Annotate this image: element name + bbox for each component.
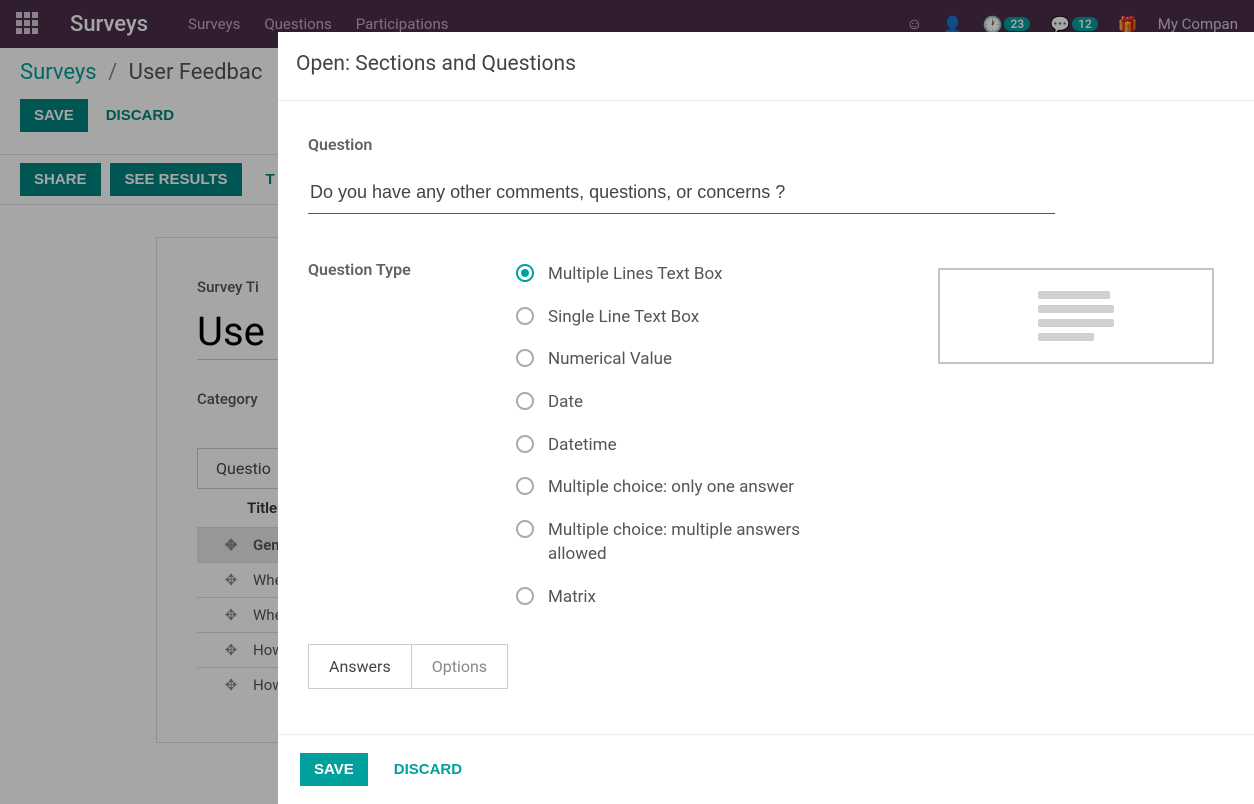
question-type-preview bbox=[938, 268, 1214, 364]
radio-icon bbox=[516, 520, 534, 538]
radio-icon bbox=[516, 477, 534, 495]
radio-icon bbox=[516, 349, 534, 367]
question-type-option[interactable]: Multiple choice: only one answer bbox=[516, 475, 846, 500]
question-type-option[interactable]: Multiple choice: multiple answers allowe… bbox=[516, 518, 846, 567]
question-type-option[interactable]: Matrix bbox=[516, 585, 846, 610]
question-type-option[interactable]: Single Line Text Box bbox=[516, 305, 846, 330]
radio-label: Datetime bbox=[548, 433, 617, 458]
modal-dialog: Open: Sections and Questions Question Qu… bbox=[278, 32, 1254, 804]
modal-title: Open: Sections and Questions bbox=[296, 52, 1236, 76]
textbox-preview-icon bbox=[1038, 291, 1114, 341]
radio-label: Single Line Text Box bbox=[548, 305, 699, 330]
tab-options[interactable]: Options bbox=[412, 644, 508, 689]
radio-icon bbox=[516, 264, 534, 282]
tab-answers[interactable]: Answers bbox=[308, 644, 412, 689]
radio-icon bbox=[516, 307, 534, 325]
question-type-option[interactable]: Multiple Lines Text Box bbox=[516, 262, 846, 287]
radio-label: Multiple choice: only one answer bbox=[548, 475, 794, 500]
radio-label: Numerical Value bbox=[548, 347, 672, 372]
radio-icon bbox=[516, 435, 534, 453]
modal-discard-button[interactable]: DISCARD bbox=[380, 753, 476, 786]
radio-label: Multiple Lines Text Box bbox=[548, 262, 722, 287]
radio-label: Matrix bbox=[548, 585, 596, 610]
question-type-option[interactable]: Datetime bbox=[516, 433, 846, 458]
question-type-radios: Multiple Lines Text Box Single Line Text … bbox=[516, 262, 846, 610]
radio-label: Multiple choice: multiple answers allowe… bbox=[548, 518, 846, 567]
question-type-option[interactable]: Date bbox=[516, 390, 846, 415]
radio-label: Date bbox=[548, 390, 583, 415]
radio-icon bbox=[516, 587, 534, 605]
question-input[interactable] bbox=[308, 176, 1055, 214]
modal-save-button[interactable]: SAVE bbox=[300, 753, 368, 786]
radio-icon bbox=[516, 392, 534, 410]
question-type-option[interactable]: Numerical Value bbox=[516, 347, 846, 372]
question-type-label: Question Type bbox=[308, 260, 424, 610]
question-field-label: Question bbox=[308, 135, 1214, 154]
